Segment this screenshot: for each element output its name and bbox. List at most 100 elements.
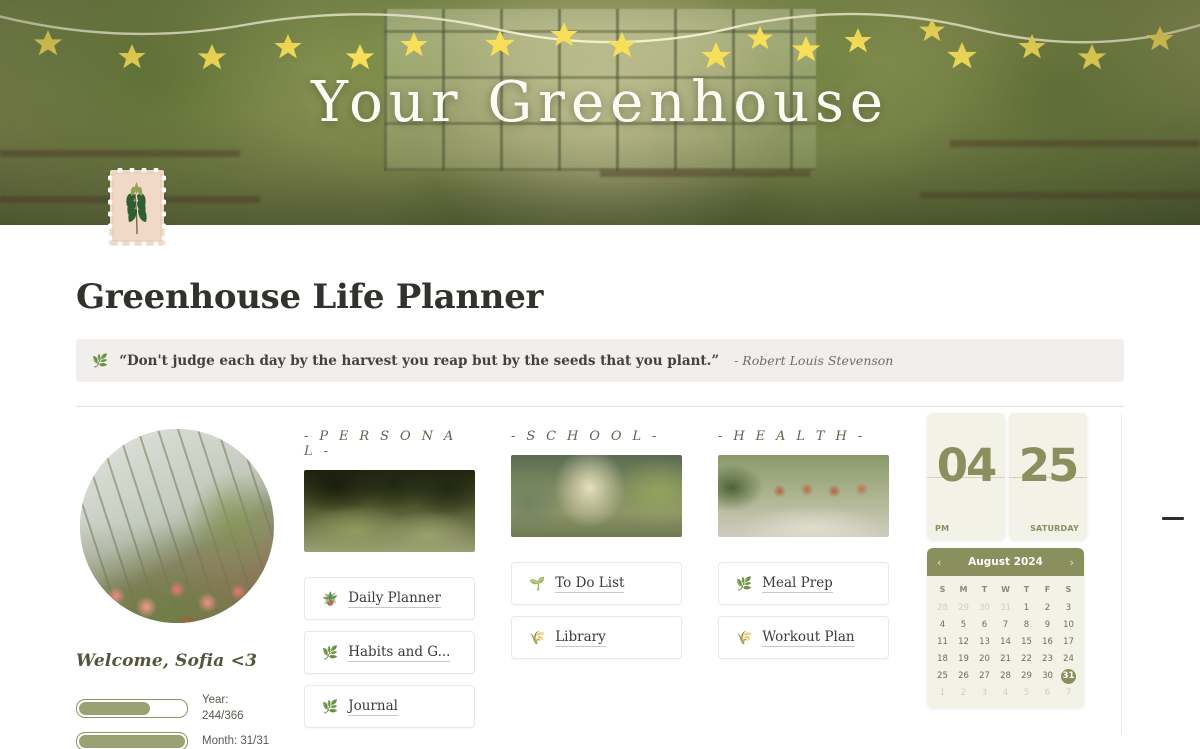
wheat-icon: 🌾 [736,630,753,645]
banner-title: Your Greenhouse [310,70,890,135]
calendar-day[interactable]: 1 [1016,601,1037,616]
link-card-meal-prep[interactable]: 🌿 Meal Prep [718,562,889,605]
calendar-day-number: 28 [1000,671,1011,681]
calendar-day[interactable]: 30 [1037,669,1058,684]
calendar-day[interactable]: 30 [974,601,995,616]
calendar-day[interactable]: 15 [1016,635,1037,650]
calendar-month-title: August 2024 [968,556,1043,568]
calendar-day-today[interactable]: 31 [1058,669,1079,684]
calendar-day-number: 4 [939,620,946,630]
calendar-day[interactable]: 24 [1058,652,1079,667]
calendar-day-number: 23 [1042,654,1053,664]
flip-card-hour[interactable]: 04 PM [927,413,1005,540]
category-title-health: - H E A L T H - [718,429,866,444]
minimize-icon[interactable] [1162,517,1184,520]
calendar-day[interactable]: 5 [1016,686,1037,701]
clock-hour: 04 [936,439,998,492]
calendar-day[interactable]: 31 [995,601,1016,616]
herb-icon: 🌿 [322,645,339,660]
widget-stack: 04 PM 25 SATURDAY ‹ August 2024 › S M T … [927,413,1087,708]
dashboard-grid: Welcome, Sofia <3 Year: 244/366 Month: 3… [76,413,1124,749]
calendar-day[interactable]: 29 [1016,669,1037,684]
side-column-divider [1121,413,1122,734]
link-card-journal[interactable]: 🌿 Journal [304,685,475,728]
year-progress-track[interactable] [76,699,188,719]
quote-callout: 🌿 “Don't judge each day by the harvest y… [76,339,1124,382]
calendar-prev-month-icon[interactable]: ‹ [937,557,941,568]
calendar-day-number: 2 [1044,603,1051,613]
calendar-day-number: 24 [1063,654,1074,664]
side-widgets-column: 04 PM 25 SATURDAY ‹ August 2024 › S M T … [925,413,1124,749]
calendar-day[interactable]: 18 [932,652,953,667]
calendar-day[interactable]: 14 [995,635,1016,650]
profile-column: Welcome, Sofia <3 Year: 244/366 Month: 3… [76,429,304,749]
calendar-day[interactable]: 23 [1037,652,1058,667]
link-card-daily-planner[interactable]: 🪴 Daily Planner [304,577,475,620]
month-progress-track[interactable] [76,732,188,749]
clock-day-number: 25 [1018,439,1080,492]
calendar-day[interactable]: 2 [953,686,974,701]
calendar-day[interactable]: 8 [1016,618,1037,633]
page-body: Greenhouse Life Planner 🌿 “Don't judge e… [0,225,1200,749]
page-banner: Your Greenhouse [0,0,1200,225]
link-label: Meal Prep [762,574,833,593]
category-photo-personal[interactable] [304,470,475,552]
calendar-day[interactable]: 13 [974,635,995,650]
calendar-day-number: 5 [1023,688,1030,698]
calendar-day[interactable]: 3 [1058,601,1079,616]
calendar-day[interactable]: 11 [932,635,953,650]
calendar-day[interactable]: 29 [953,601,974,616]
plant-icon: 🪴 [322,591,339,606]
progress-bars: Year: 244/366 Month: 31/31 [76,693,304,749]
calendar-day[interactable]: 2 [1037,601,1058,616]
calendar-day[interactable]: 26 [953,669,974,684]
calendar-day[interactable]: 28 [932,601,953,616]
calendar-day[interactable]: 9 [1037,618,1058,633]
calendar-day[interactable]: 19 [953,652,974,667]
calendar-day[interactable]: 7 [995,618,1016,633]
progress-row-year: Year: 244/366 [76,693,304,724]
link-card-library[interactable]: 🌾 Library [511,616,682,659]
herb-icon: 🌿 [736,576,753,591]
calendar-day[interactable]: 6 [1037,686,1058,701]
category-photo-school[interactable] [511,455,682,537]
link-card-to-do-list[interactable]: 🌱 To Do List [511,562,682,605]
flip-card-date[interactable]: 25 SATURDAY [1009,413,1087,540]
category-title-school: - S C H O O L - [511,429,660,444]
calendar-day[interactable]: 7 [1058,686,1079,701]
profile-photo[interactable] [80,429,274,623]
calendar-day-number: 1 [939,688,946,698]
calendar-day[interactable]: 12 [953,635,974,650]
calendar-day[interactable]: 28 [995,669,1016,684]
month-progress-fill [79,735,185,749]
mini-calendar-widget[interactable]: ‹ August 2024 › S M T W T F S 28 29 30 31 1 2 3 4 5 6 7 8 9… [927,548,1084,708]
calendar-day-number: 4 [1002,688,1009,698]
calendar-day[interactable]: 20 [974,652,995,667]
link-card-workout-plan[interactable]: 🌾 Workout Plan [718,616,889,659]
calendar-day[interactable]: 5 [953,618,974,633]
leaf-stamp-icon[interactable] [107,167,167,247]
category-photo-health[interactable] [718,455,889,537]
calendar-next-month-icon[interactable]: › [1070,557,1074,568]
calendar-day[interactable]: 10 [1058,618,1079,633]
calendar-day[interactable]: 25 [932,669,953,684]
calendar-day-number: 9 [1044,620,1051,630]
flip-clock-widget[interactable]: 04 PM 25 SATURDAY [927,413,1087,540]
year-progress-label-line2: 244/366 [202,709,244,722]
calendar-day[interactable]: 1 [932,686,953,701]
year-progress-label-line1: Year: [202,694,229,706]
calendar-day[interactable]: 21 [995,652,1016,667]
calendar-day[interactable]: 16 [1037,635,1058,650]
calendar-day-number: 31 [1061,669,1076,684]
calendar-dow-5: F [1044,585,1051,594]
calendar-day[interactable]: 4 [995,686,1016,701]
calendar-day[interactable]: 3 [974,686,995,701]
calendar-day[interactable]: 4 [932,618,953,633]
calendar-day[interactable]: 17 [1058,635,1079,650]
calendar-day[interactable]: 22 [1016,652,1037,667]
section-divider [76,406,1124,407]
calendar-day[interactable]: 27 [974,669,995,684]
category-column-school: - S C H O O L - 🌱 To Do List 🌾 Library [511,429,718,749]
calendar-day[interactable]: 6 [974,618,995,633]
link-card-habits-and-goals[interactable]: 🌿 Habits and G... [304,631,475,674]
